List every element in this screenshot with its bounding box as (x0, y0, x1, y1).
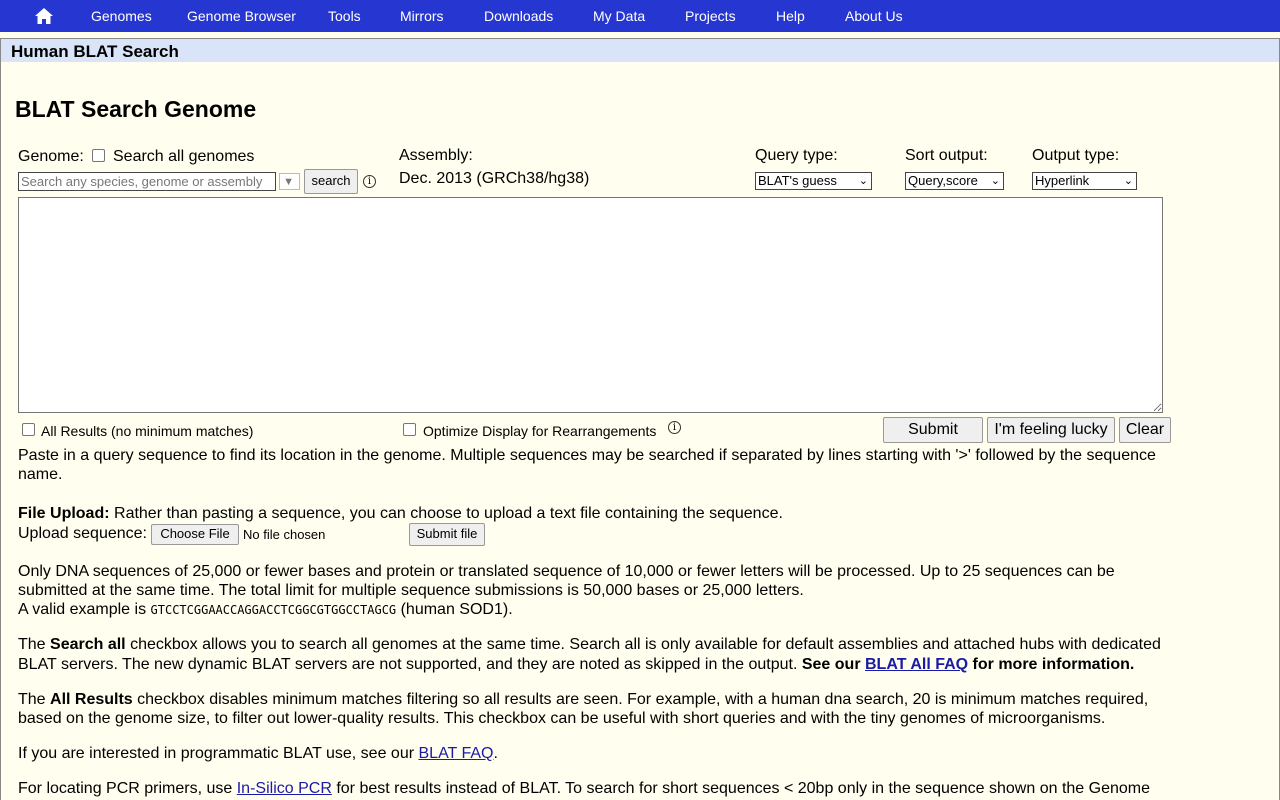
submit-button[interactable]: Submit (883, 417, 983, 443)
assembly-value: Dec. 2013 (GRCh38/hg38) (399, 170, 590, 187)
nav-genomes[interactable]: Genomes (91, 8, 152, 24)
file-upload-description: File Upload: Rather than pasting a seque… (18, 504, 1168, 523)
section-title-bar: Human BLAT Search (1, 38, 1279, 62)
nav-tools[interactable]: Tools (328, 8, 361, 24)
page-title: BLAT Search Genome (15, 96, 257, 122)
all-results-explanation: The All Results checkbox disables minimu… (18, 690, 1168, 728)
search-all-explanation: The Search all checkbox allows you to se… (18, 635, 1168, 675)
pcr-text-2: for best results instead of BLAT. To sea… (331, 780, 1150, 797)
genome-search-placeholder: Search any species, genome or assembly (21, 174, 263, 189)
genome-search-input[interactable]: Search any species, genome or assembly (18, 172, 276, 191)
blat-all-faq-link[interactable]: BLAT All FAQ (865, 656, 968, 673)
all-results-term: All Results (50, 691, 133, 708)
blat-faq-link[interactable]: BLAT FAQ (419, 745, 494, 762)
sequence-textarea[interactable] (18, 197, 1163, 413)
sequence-limits-text: Only DNA sequences of 25,000 or fewer ba… (18, 562, 1168, 620)
genome-search-button[interactable]: search (304, 169, 358, 194)
paste-instructions: Paste in a query sequence to find its lo… (18, 447, 1156, 483)
programmatic-text-1: If you are interested in programmatic BL… (18, 745, 419, 762)
frame-border-left (0, 38, 1, 800)
info-icon[interactable]: i (363, 175, 376, 188)
section-title: Human BLAT Search (11, 42, 179, 61)
chevron-down-icon: ⌄ (1123, 175, 1133, 187)
example-prefix: A valid example is (18, 601, 151, 618)
nav-my-data[interactable]: My Data (593, 8, 645, 24)
search-all-term: Search all (50, 636, 126, 653)
clear-button[interactable]: Clear (1119, 417, 1171, 443)
genome-dropdown-toggle[interactable]: ▼ (279, 173, 300, 190)
see-our-text: See our (801, 656, 865, 673)
all-results-label: All Results (no minimum matches) (41, 423, 254, 439)
pcr-text-1: For locating PCR primers, use (18, 780, 237, 797)
in-silico-pcr-link[interactable]: In-Silico PCR (237, 780, 332, 797)
query-type-value: BLAT's guess (758, 173, 837, 188)
example-suffix: (human SOD1). (396, 601, 513, 618)
top-navigation-bar: Genomes Genome Browser Tools Mirrors Dow… (0, 0, 1280, 32)
example-sequence: GTCCTCGGAACCAGGACCTCGGCGTGGCCTAGCG (150, 603, 397, 617)
optimize-rearrangements-checkbox[interactable] (403, 423, 416, 436)
output-type-label: Output type: (1032, 147, 1120, 164)
output-type-select[interactable]: Hyperlink ⌄ (1032, 172, 1137, 190)
pcr-primers-text: For locating PCR primers, use In-Silico … (18, 779, 1168, 798)
search-all-text-1: The (18, 636, 51, 653)
all-results-text-1: The (18, 691, 51, 708)
nav-about-us[interactable]: About Us (845, 8, 903, 24)
upload-sequence-label: Upload sequence: (18, 525, 147, 542)
nav-genome-browser[interactable]: Genome Browser (187, 8, 296, 24)
sort-output-value: Query,score (908, 173, 978, 188)
nav-downloads[interactable]: Downloads (484, 8, 553, 24)
output-type-value: Hyperlink (1035, 173, 1090, 188)
chevron-down-icon: ▼ (283, 176, 294, 188)
search-all-genomes-checkbox[interactable] (92, 149, 105, 162)
nav-projects[interactable]: Projects (685, 8, 736, 24)
home-icon[interactable] (34, 6, 54, 26)
sort-output-label: Sort output: (905, 147, 988, 164)
nav-mirrors[interactable]: Mirrors (400, 8, 444, 24)
no-file-chosen-text: No file chosen (243, 527, 326, 542)
query-type-label: Query type: (755, 147, 838, 164)
more-info-text: for more information. (968, 656, 1135, 673)
feeling-lucky-button[interactable]: I'm feeling lucky (987, 417, 1115, 443)
all-results-checkbox[interactable] (22, 423, 35, 436)
chevron-down-icon: ⌄ (858, 175, 868, 187)
nav-help[interactable]: Help (776, 8, 805, 24)
limits-text: Only DNA sequences of 25,000 or fewer ba… (18, 563, 1115, 599)
search-all-genomes-label: Search all genomes (113, 148, 255, 165)
query-type-select[interactable]: BLAT's guess ⌄ (755, 172, 872, 190)
file-upload-text: Rather than pasting a sequence, you can … (109, 505, 783, 522)
file-upload-heading: File Upload: (18, 505, 110, 522)
programmatic-text-2: . (493, 745, 498, 762)
sort-output-select[interactable]: Query,score ⌄ (905, 172, 1004, 190)
chevron-down-icon: ⌄ (990, 175, 1000, 187)
info-icon[interactable]: i (668, 421, 681, 434)
optimize-rearrangements-label: Optimize Display for Rearrangements (423, 423, 657, 439)
choose-file-button[interactable]: Choose File (151, 524, 239, 545)
assembly-label: Assembly: (399, 147, 473, 164)
all-results-text-2: checkbox disables minimum matches filter… (18, 691, 1149, 727)
submit-file-button[interactable]: Submit file (409, 523, 485, 546)
programmatic-use-text: If you are interested in programmatic BL… (18, 744, 1168, 763)
genome-label: Genome: (18, 148, 84, 165)
